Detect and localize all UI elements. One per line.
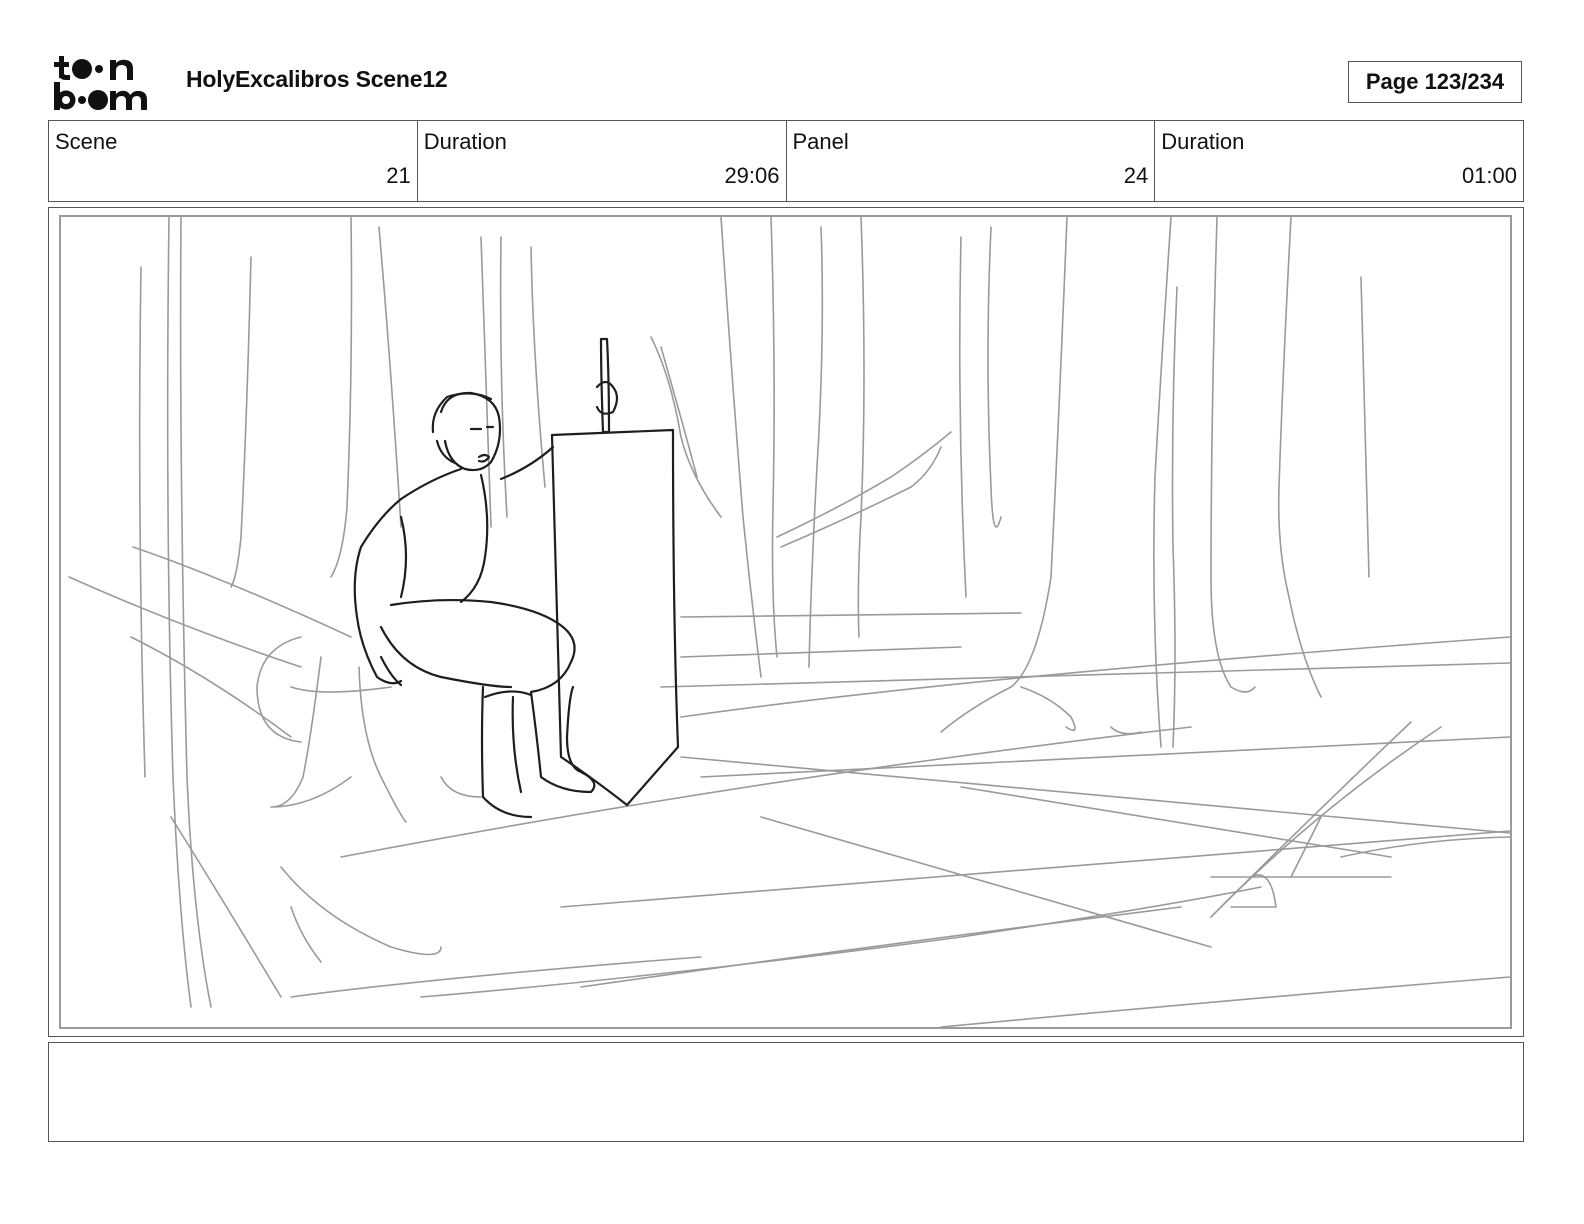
page-number: Page 123/234 [1348, 61, 1522, 103]
scene-value: 21 [386, 163, 411, 188]
panel-value: 24 [1123, 163, 1149, 188]
scene-cell: Scene 21 [49, 121, 418, 201]
panel-notes[interactable] [48, 1042, 1524, 1142]
scene-duration-cell: Duration 29:06 [418, 121, 787, 201]
panel-image [59, 215, 1512, 1029]
toonboom-logo [54, 56, 147, 110]
panel-duration-value: 01:00 [1461, 163, 1517, 188]
info-table: Scene 21 Duration 29:06 Panel 24 Duratio… [48, 120, 1524, 202]
panel-label: Panel [792, 129, 849, 154]
panel-cell: Panel 24 [787, 121, 1156, 201]
scene-duration-value: 29:06 [724, 163, 780, 188]
document-title: HolyExcalibros Scene12 [186, 66, 448, 92]
scene-label: Scene [55, 129, 118, 154]
panel-duration-label: Duration [1161, 129, 1245, 154]
panel-duration-cell: Duration 01:00 [1155, 121, 1523, 201]
scene-duration-label: Duration [423, 129, 507, 154]
storyboard-sketch [68, 217, 1510, 1027]
